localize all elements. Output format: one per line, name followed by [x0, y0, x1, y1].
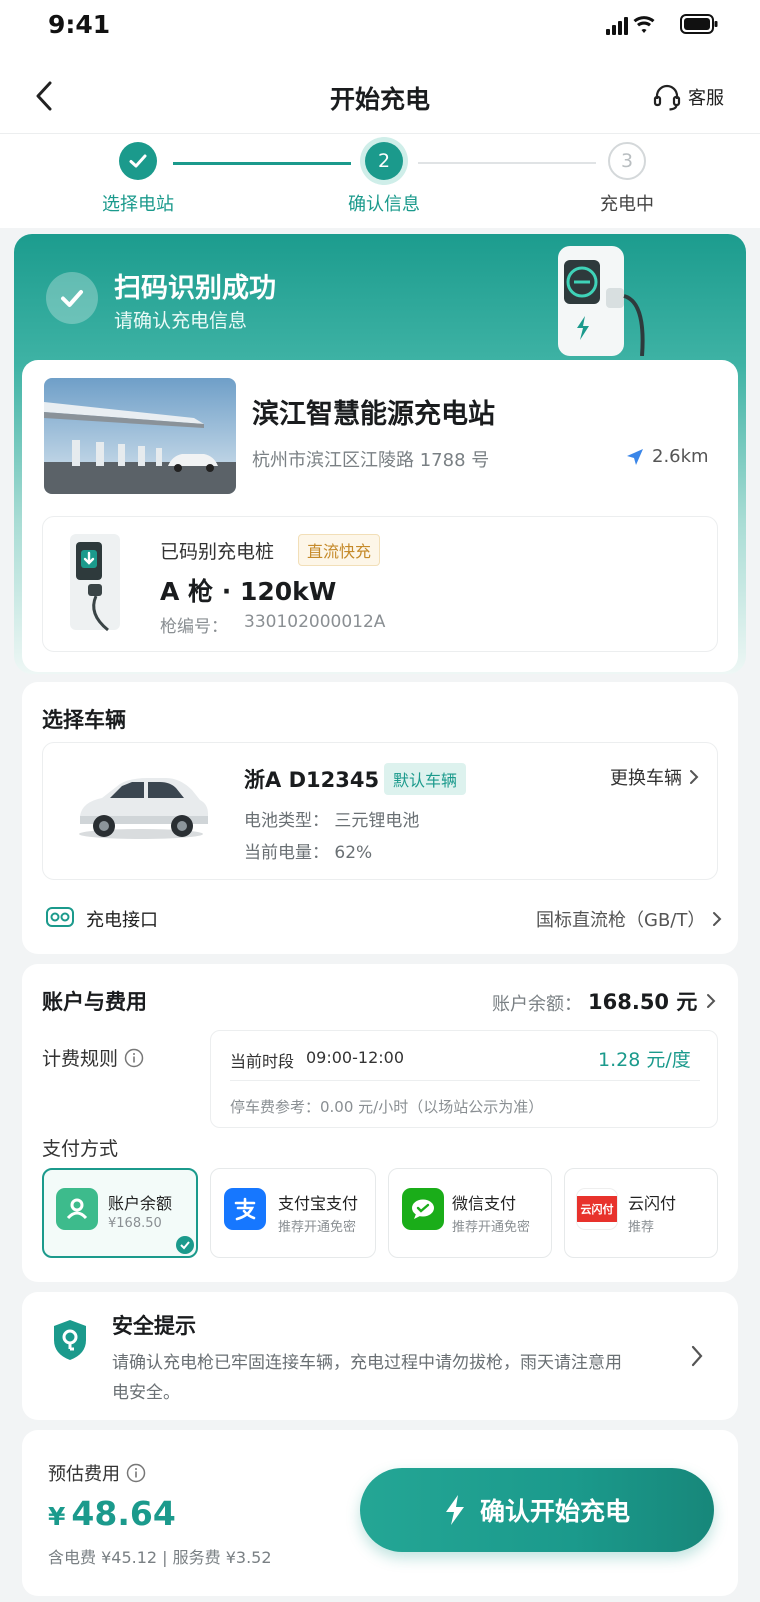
wechat-pay-icon	[402, 1188, 444, 1230]
gun-number: 330102000012A	[244, 612, 386, 632]
shield-icon	[52, 1318, 88, 1366]
chevron-right-icon	[707, 994, 716, 1008]
gun-power: A 枪 · 120kW	[160, 577, 337, 606]
estimate-fee[interactable]: 预估费用	[48, 1460, 146, 1486]
current-period-value: 09:00-12:00	[306, 1048, 404, 1067]
step-1-done	[119, 142, 157, 180]
unionpay-icon: 云闪付	[576, 1188, 618, 1230]
current-period-label: 当前时段	[230, 1052, 295, 1071]
distance-value: 2.6km	[652, 446, 709, 467]
vehicle-photo	[74, 770, 208, 846]
billing-rule[interactable]: 计费规则	[42, 1044, 144, 1071]
unionpay-icon-text: 云闪付	[577, 1196, 617, 1222]
step-2-current: 2	[365, 142, 403, 180]
info-icon	[126, 1463, 146, 1483]
pay-option-name: 微信支付	[452, 1194, 517, 1213]
payment-method-title: 支付方式	[42, 1138, 119, 1160]
battery-icon	[680, 13, 718, 39]
estimate-fee-detail: 含电费 ¥45.12 | 服务费 ¥3.52	[48, 1548, 272, 1567]
scan-success-subtitle: 请确认充电信息	[114, 310, 248, 332]
charging-port-icon	[46, 906, 74, 932]
gun-number-label: 枪编号：	[160, 617, 228, 637]
balance-value: 168.50 元	[588, 990, 698, 1014]
step-2-label: 确认信息	[348, 194, 420, 215]
change-vehicle-label: 更换车辆	[610, 768, 682, 789]
wallet-icon	[56, 1188, 98, 1230]
station-address: 杭州市滨江区江陵路 1788 号	[252, 450, 490, 471]
parking-fee-note: 停车费参考：0.00 元/小时（以场站公示为准）	[230, 1098, 544, 1116]
pay-option-sub: 推荐	[628, 1220, 655, 1235]
divider	[230, 1080, 700, 1081]
vehicle-section-title: 选择车辆	[42, 708, 126, 732]
scan-success-title: 扫码识别成功	[114, 273, 276, 304]
estimate-fee-amount: ¥ 48.64	[48, 1494, 176, 1533]
dc-fast-charge-badge: 直流快充	[298, 534, 381, 566]
account-section-title: 账户与费用	[42, 990, 147, 1014]
vehicle-plate: 浙A D12345	[244, 768, 380, 792]
safety-tip-title: 安全提示	[112, 1314, 196, 1338]
billing-rule-label: 计费规则	[42, 1048, 119, 1070]
step-connector-done	[173, 162, 351, 165]
lightning-icon	[445, 1495, 464, 1525]
nav-bar	[0, 50, 760, 134]
station-name: 滨江智慧能源充电站	[252, 399, 495, 430]
step-3-pending: 3	[608, 142, 646, 180]
chevron-right-icon	[713, 912, 722, 926]
chevron-left-icon	[36, 81, 52, 111]
safety-tip-text: 请确认充电枪已牢固连接车辆，充电过程中请勿拔枪，雨天请注意用电安全。	[112, 1353, 622, 1403]
customer-service-button[interactable]: 客服	[652, 82, 724, 112]
balance-label: 账户余额：	[492, 994, 582, 1015]
step-3-label: 充电中	[600, 194, 654, 215]
check-icon	[129, 154, 147, 168]
navigation-arrow-icon	[627, 448, 643, 465]
default-vehicle-badge: 默认车辆	[384, 763, 467, 795]
alipay-icon	[224, 1188, 266, 1230]
headset-icon	[653, 84, 681, 111]
step-connector-pending	[418, 162, 596, 164]
pay-option-name: 云闪付	[628, 1194, 677, 1213]
change-vehicle-link[interactable]: 更换车辆	[610, 764, 700, 790]
charging-port-value: 国标直流枪（GB/T）	[536, 910, 706, 931]
step-1-label: 选择电站	[102, 194, 174, 215]
chevron-right-icon	[690, 1344, 704, 1372]
customer-service-label: 客服	[688, 88, 724, 109]
station-distance[interactable]: 2.6km	[626, 446, 709, 467]
pay-option-sub: 推荐开通免密	[452, 1220, 531, 1235]
charger-illustration	[552, 244, 662, 360]
balance-link[interactable]: 168.50 元	[588, 986, 717, 1016]
back-button[interactable]	[28, 78, 64, 118]
pay-option-sub: 推荐开通免密	[278, 1220, 357, 1235]
estimate-fee-value: 48.64	[71, 1494, 176, 1533]
station-photo	[44, 378, 236, 494]
info-icon	[124, 1048, 144, 1067]
start-charging-button[interactable]: 确认开始充电	[360, 1468, 714, 1552]
selected-check-icon	[176, 1236, 194, 1254]
battery-level: 当前电量： 62%	[244, 843, 373, 863]
pile-recognized-label: 已码别充电桩	[160, 541, 275, 563]
pay-option-name: 账户余额	[108, 1194, 173, 1213]
pay-option-sub: ¥168.50	[108, 1216, 162, 1231]
chevron-right-icon	[690, 770, 699, 784]
status-time: 9:41	[48, 10, 111, 39]
start-charging-label: 确认开始充电	[479, 1497, 630, 1526]
success-check-icon	[46, 272, 98, 324]
pay-option-name: 支付宝支付	[278, 1194, 359, 1213]
unit-price: 1.28 元/度	[598, 1049, 691, 1071]
charging-pile-icon	[64, 530, 128, 638]
estimate-fee-label: 预估费用	[48, 1464, 120, 1485]
charging-port-selector[interactable]: 国标直流枪（GB/T）	[536, 906, 723, 932]
signal-icon	[606, 16, 672, 40]
battery-type: 电池类型： 三元锂电池	[244, 811, 420, 831]
charging-port-label: 充电接口	[86, 910, 158, 931]
currency-symbol: ¥	[48, 1502, 66, 1531]
